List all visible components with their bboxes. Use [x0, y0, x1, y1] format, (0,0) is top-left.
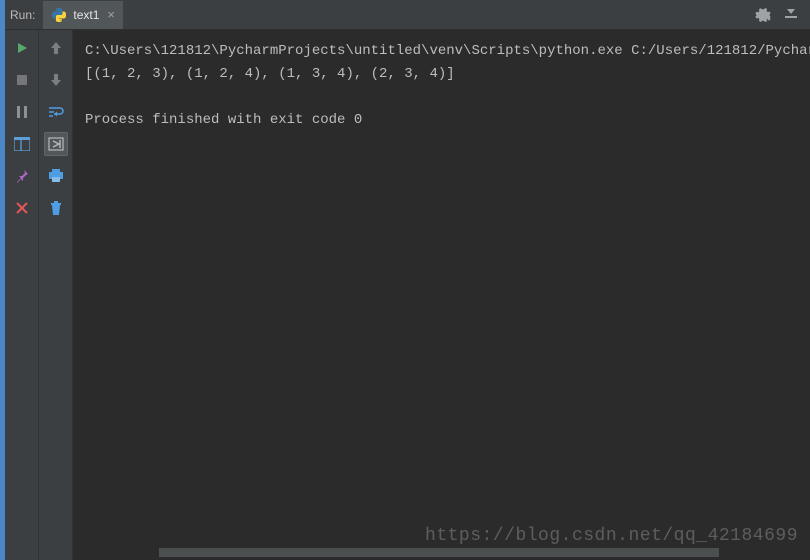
horizontal-scrollbar-thumb[interactable]	[159, 548, 719, 557]
run-tab-text1[interactable]: text1 ×	[43, 1, 123, 29]
pause-icon[interactable]	[10, 100, 34, 124]
run-icon[interactable]	[10, 36, 34, 60]
python-file-icon	[51, 7, 67, 23]
console-line-2: [(1, 2, 3), (1, 2, 4), (1, 3, 4), (2, 3,…	[85, 66, 455, 82]
close-tab-icon[interactable]: ×	[105, 7, 117, 22]
run-actions-col-1	[5, 30, 39, 560]
window-left-gutter	[0, 0, 5, 560]
pin-icon[interactable]	[10, 164, 34, 188]
close-red-icon[interactable]	[10, 196, 34, 220]
run-actions-col-2	[39, 30, 73, 560]
layout-settings-icon[interactable]	[10, 132, 34, 156]
soft-wrap-icon[interactable]	[44, 100, 68, 124]
gear-icon[interactable]	[754, 6, 772, 24]
run-toolbar-right	[754, 6, 810, 24]
console-text: C:\Users\121812\PycharmProjects\untitled…	[73, 30, 810, 132]
console-line-1: C:\Users\121812\PycharmProjects\untitled…	[85, 43, 810, 59]
stop-icon[interactable]	[10, 68, 34, 92]
run-tab-label: text1	[73, 8, 99, 22]
scroll-to-end-icon[interactable]	[44, 132, 68, 156]
run-panel-label: Run:	[0, 8, 43, 22]
arrow-down-icon[interactable]	[44, 68, 68, 92]
watermark-text: https://blog.csdn.net/qq_42184699	[425, 526, 798, 546]
arrow-up-icon[interactable]	[44, 36, 68, 60]
print-icon[interactable]	[44, 164, 68, 188]
run-body: C:\Users\121812\PycharmProjects\untitled…	[0, 30, 810, 560]
horizontal-scrollbar[interactable]	[85, 548, 800, 558]
trash-icon[interactable]	[44, 196, 68, 220]
console-output[interactable]: C:\Users\121812\PycharmProjects\untitled…	[73, 30, 810, 560]
console-line-4: Process finished with exit code 0	[85, 112, 362, 128]
run-tool-top-bar: Run: text1 ×	[0, 0, 810, 30]
hide-panel-icon[interactable]	[782, 6, 800, 24]
